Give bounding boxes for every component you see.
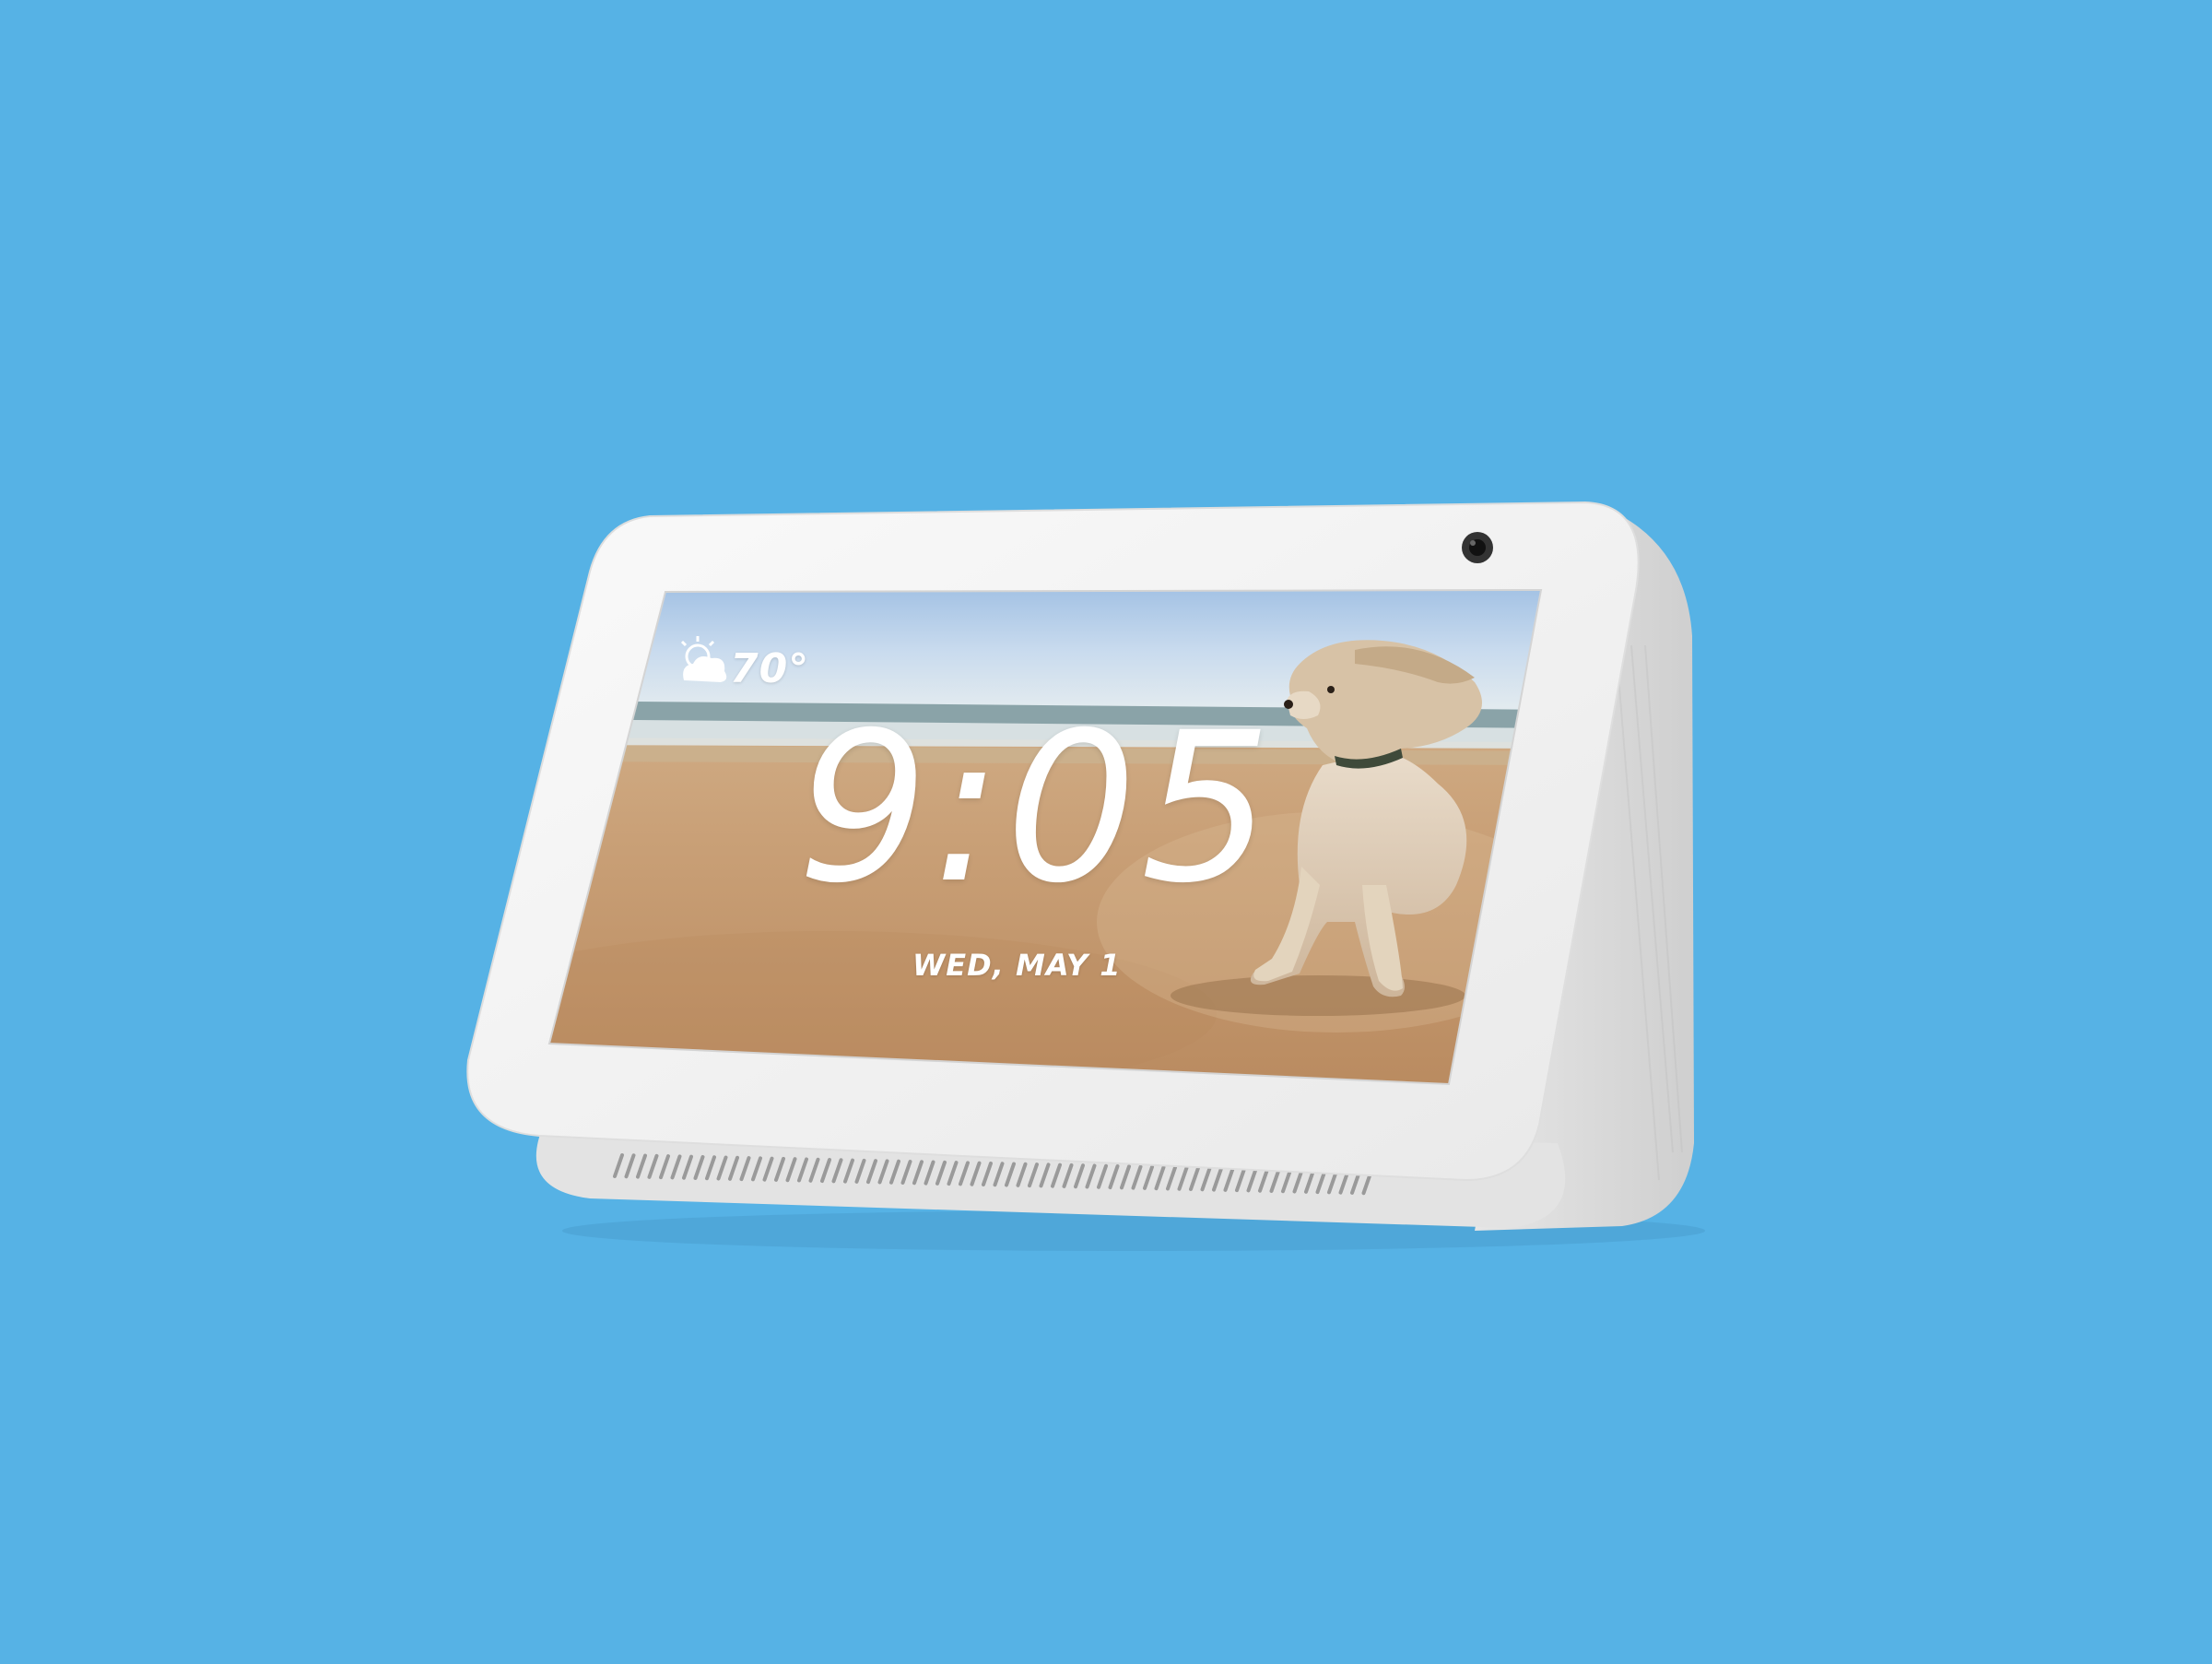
- scene: 70° 9:05 WED, MAY 1: [0, 0, 2212, 1659]
- weather-temperature: 70°: [730, 645, 810, 692]
- clock-date: WED, MAY 1: [912, 948, 1122, 983]
- clock-time: 9:05: [797, 688, 1277, 928]
